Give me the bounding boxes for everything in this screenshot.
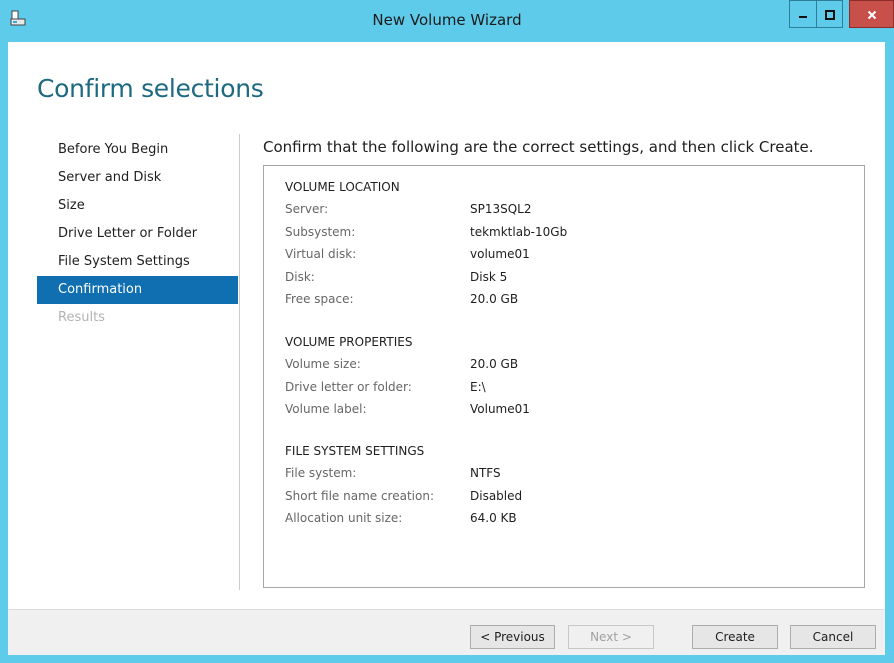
- section-title: VOLUME LOCATION: [285, 180, 400, 194]
- summary-row: Free space: 20.0 GB: [285, 288, 567, 311]
- maximize-icon: [824, 5, 835, 24]
- summary-row: Virtual disk: volume01: [285, 243, 567, 266]
- volume-location-section: VOLUME LOCATION Server: SP13SQL2 Subsyst…: [285, 176, 567, 311]
- file-system-settings-section: FILE SYSTEM SETTINGS File system: NTFS S…: [285, 440, 522, 530]
- setting-value: volume01: [470, 247, 530, 262]
- section-title: VOLUME PROPERTIES: [285, 335, 413, 349]
- summary-row: Disk: Disk 5: [285, 266, 567, 289]
- close-button[interactable]: [849, 0, 894, 28]
- previous-button[interactable]: < Previous: [470, 625, 555, 649]
- setting-label: Short file name creation:: [285, 488, 434, 503]
- setting-value: tekmktlab-10Gb: [470, 224, 568, 239]
- wizard-content: Confirm selections Before You Begin Serv…: [8, 42, 885, 655]
- nav-item-before-you-begin[interactable]: Before You Begin: [37, 136, 238, 164]
- summary-row: Volume size: 20.0 GB: [285, 353, 530, 376]
- setting-label: Allocation unit size:: [285, 511, 403, 526]
- nav-item-size[interactable]: Size: [37, 192, 238, 220]
- setting-value: 64.0 KB: [470, 511, 517, 526]
- nav-divider: [239, 134, 240, 590]
- title-bar[interactable]: New Volume Wizard: [0, 0, 894, 42]
- setting-value: 20.0 GB: [470, 292, 519, 307]
- setting-label: Subsystem:: [285, 224, 356, 239]
- nav-item-file-system-settings[interactable]: File System Settings: [37, 248, 238, 276]
- settings-summary-box: VOLUME LOCATION Server: SP13SQL2 Subsyst…: [263, 165, 865, 588]
- wizard-window: New Volume Wizard Confirm selections Bef…: [0, 0, 894, 663]
- summary-row: Drive letter or folder: E:\: [285, 376, 530, 399]
- setting-label: Drive letter or folder:: [285, 379, 412, 394]
- instruction-text: Confirm that the following are the corre…: [263, 138, 814, 156]
- cancel-button[interactable]: Cancel: [790, 625, 876, 649]
- minimize-button[interactable]: [789, 0, 816, 28]
- setting-label: Server:: [285, 202, 329, 216]
- setting-value: 20.0 GB: [470, 357, 519, 371]
- create-button[interactable]: Create: [692, 625, 778, 649]
- setting-value: Disabled: [470, 488, 523, 503]
- setting-value: SP13SQL2: [470, 202, 532, 216]
- minimize-icon: [798, 5, 808, 24]
- nav-item-confirmation[interactable]: Confirmation: [37, 276, 238, 304]
- close-icon: [867, 5, 877, 24]
- setting-label: Virtual disk:: [285, 247, 357, 262]
- summary-row: Server: SP13SQL2: [285, 198, 567, 221]
- summary-row: Allocation unit size: 64.0 KB: [285, 507, 522, 530]
- page-title: Confirm selections: [37, 74, 264, 103]
- setting-label: Disk:: [285, 269, 315, 284]
- maximize-button[interactable]: [816, 0, 843, 28]
- window-title: New Volume Wizard: [372, 11, 522, 29]
- setting-value: NTFS: [470, 466, 501, 480]
- wizard-steps-nav: Before You Begin Server and Disk Size Dr…: [37, 136, 238, 332]
- section-title: FILE SYSTEM SETTINGS: [285, 444, 425, 458]
- nav-item-results: Results: [58, 310, 105, 325]
- setting-label: Volume size:: [285, 357, 361, 371]
- wizard-footer: < Previous Next > Create Cancel: [8, 609, 885, 655]
- summary-row: Short file name creation: Disabled: [285, 485, 522, 508]
- setting-label: File system:: [285, 466, 357, 480]
- summary-row: File system: NTFS: [285, 462, 522, 485]
- setting-label: Volume label:: [285, 402, 367, 417]
- summary-row: Subsystem: tekmktlab-10Gb: [285, 221, 567, 244]
- setting-value: Disk 5: [470, 269, 508, 284]
- setting-value: Volume01: [470, 402, 530, 417]
- setting-label: Free space:: [285, 292, 354, 307]
- summary-row: Volume label: Volume01: [285, 398, 530, 421]
- nav-item-drive-letter-or-folder[interactable]: Drive Letter or Folder: [37, 220, 238, 248]
- next-button: Next >: [568, 625, 654, 649]
- setting-value: E:\: [470, 379, 486, 394]
- volume-properties-section: VOLUME PROPERTIES Volume size: 20.0 GB D…: [285, 331, 530, 421]
- nav-item-server-and-disk[interactable]: Server and Disk: [37, 164, 238, 192]
